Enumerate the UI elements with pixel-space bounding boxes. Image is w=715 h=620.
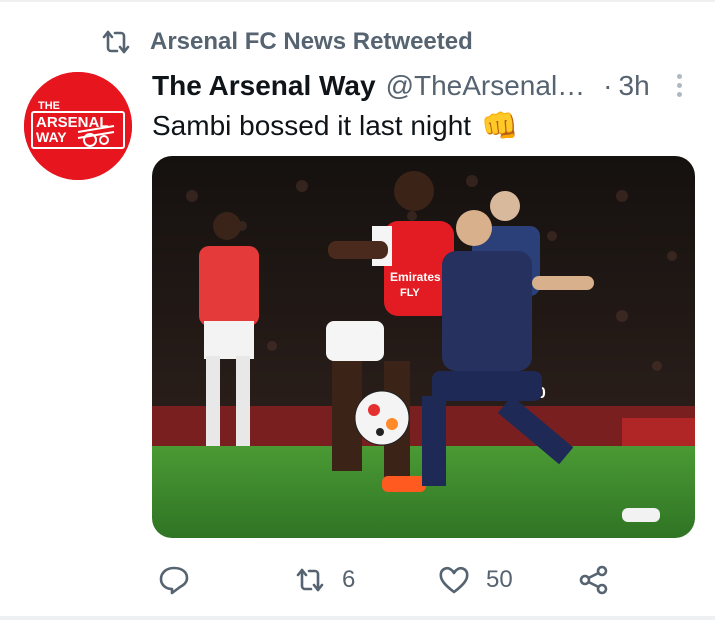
reply-icon	[159, 566, 189, 595]
retweet-icon	[102, 30, 130, 54]
retweet-count: 6	[342, 566, 356, 593]
shirt-sponsor-text: Emirates	[390, 270, 441, 284]
share-button[interactable]	[578, 560, 610, 600]
timestamp[interactable]: 3h	[619, 70, 650, 102]
oncoming-fist-icon: 👊	[481, 109, 519, 143]
tweet-text: Sambi bossed it last night	[152, 110, 472, 141]
heart-icon	[439, 566, 469, 594]
like-button[interactable]: 50	[438, 560, 513, 600]
retweet-context[interactable]: Arsenal FC News Retweeted	[100, 24, 473, 60]
share-icon	[579, 565, 608, 595]
bottom-divider	[0, 616, 715, 620]
retweet-label[interactable]: Arsenal FC News Retweeted	[150, 28, 473, 56]
tweet-photo[interactable]: Emirates FLY 10	[152, 156, 695, 538]
avatar-text-way: WAY	[36, 129, 67, 145]
shirt-sponsor-fly: FLY	[400, 287, 420, 299]
more-options-icon[interactable]	[674, 74, 684, 100]
user-handle[interactable]: @TheArsenal…	[386, 70, 586, 102]
top-divider	[0, 0, 715, 2]
avatar-text-the: THE	[38, 100, 60, 112]
reply-button[interactable]	[158, 560, 190, 600]
football-icon	[354, 390, 410, 446]
tweet-header: The Arsenal Way @TheArsenal… · 3h	[152, 66, 692, 106]
tweet-actions: 6 50	[152, 560, 692, 600]
display-name[interactable]: The Arsenal Way	[152, 70, 376, 102]
retweet-button[interactable]: 6	[294, 560, 355, 600]
like-count: 50	[486, 566, 513, 593]
retweet-icon	[296, 568, 324, 592]
avatar[interactable]: THE ARSENAL WAY	[24, 72, 132, 180]
separator-dot: ·	[603, 70, 613, 101]
tweet-body: Sambi bossed it last night 👊	[152, 106, 518, 146]
